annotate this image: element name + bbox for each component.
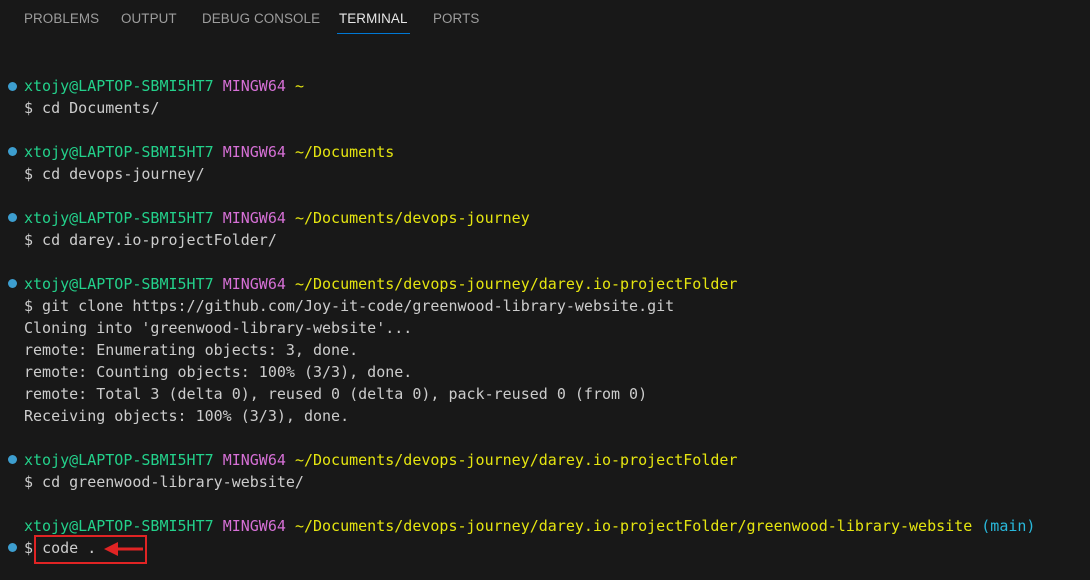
command-prefix: $ (24, 539, 34, 557)
prompt-path: ~/Documents/devops-journey/darey.io-proj… (294, 275, 738, 293)
prompt-line: xtojy@LAPTOP-SBMI5HT7 MINGW64 ~/Document… (24, 273, 737, 295)
command-decoration-icon[interactable] (8, 543, 17, 552)
command-line: $ git clone https://github.com/Joy-it-co… (24, 297, 675, 315)
command-decoration-icon[interactable] (8, 455, 17, 464)
prompt-line: xtojy@LAPTOP-SBMI5HT7 MINGW64 ~/Document… (24, 449, 737, 471)
prompt-user-host: xtojy@LAPTOP-SBMI5HT7 (24, 209, 214, 227)
git-branch: (main) (981, 517, 1036, 535)
output-line: remote: Total 3 (delta 0), reused 0 (del… (24, 385, 648, 403)
terminal-output[interactable]: xtojy@LAPTOP-SBMI5HT7 MINGW64 ~ $ cd Doc… (0, 0, 1090, 580)
prompt-user-host: xtojy@LAPTOP-SBMI5HT7 (24, 451, 214, 469)
prompt-user-host: xtojy@LAPTOP-SBMI5HT7 (24, 517, 214, 535)
annotation-arrow-icon (104, 542, 143, 556)
prompt-path: ~/Documents (294, 143, 395, 161)
prompt-system: MINGW64 (222, 77, 286, 95)
prompt-path: ~/Documents/devops-journey/darey.io-proj… (294, 517, 973, 535)
prompt-user-host: xtojy@LAPTOP-SBMI5HT7 (24, 275, 214, 293)
prompt-system: MINGW64 (222, 209, 286, 227)
prompt-system: MINGW64 (222, 275, 286, 293)
command-decoration-icon[interactable] (8, 82, 17, 91)
prompt-system: MINGW64 (222, 143, 286, 161)
prompt-path: ~/Documents/devops-journey (294, 209, 530, 227)
command-decoration-icon[interactable] (8, 213, 17, 222)
command-line: $ cd Documents/ (24, 99, 160, 117)
output-line: Cloning into 'greenwood-library-website'… (24, 319, 413, 337)
output-line: remote: Counting objects: 100% (3/3), do… (24, 363, 413, 381)
prompt-path: ~ (294, 77, 304, 95)
prompt-path: ~/Documents/devops-journey/darey.io-proj… (294, 451, 738, 469)
prompt-system: MINGW64 (222, 451, 286, 469)
command-decoration-icon[interactable] (8, 147, 17, 156)
prompt-line: xtojy@LAPTOP-SBMI5HT7 MINGW64 ~/Document… (24, 515, 1035, 537)
command-line: $ cd darey.io-projectFolder/ (24, 231, 277, 249)
output-line: remote: Enumerating objects: 3, done. (24, 341, 359, 359)
prompt-user-host: xtojy@LAPTOP-SBMI5HT7 (24, 77, 214, 95)
prompt-line: xtojy@LAPTOP-SBMI5HT7 MINGW64 ~/Document… (24, 141, 394, 163)
output-line: Receiving objects: 100% (3/3), done. (24, 407, 350, 425)
command-line: $ cd devops-journey/ (24, 165, 205, 183)
prompt-system: MINGW64 (222, 517, 286, 535)
command-decoration-icon[interactable] (8, 279, 17, 288)
prompt-user-host: xtojy@LAPTOP-SBMI5HT7 (24, 143, 214, 161)
command-line: $ cd greenwood-library-website/ (24, 473, 304, 491)
prompt-line: xtojy@LAPTOP-SBMI5HT7 MINGW64 ~/Document… (24, 207, 530, 229)
prompt-line: xtojy@LAPTOP-SBMI5HT7 MINGW64 ~ (24, 75, 304, 97)
